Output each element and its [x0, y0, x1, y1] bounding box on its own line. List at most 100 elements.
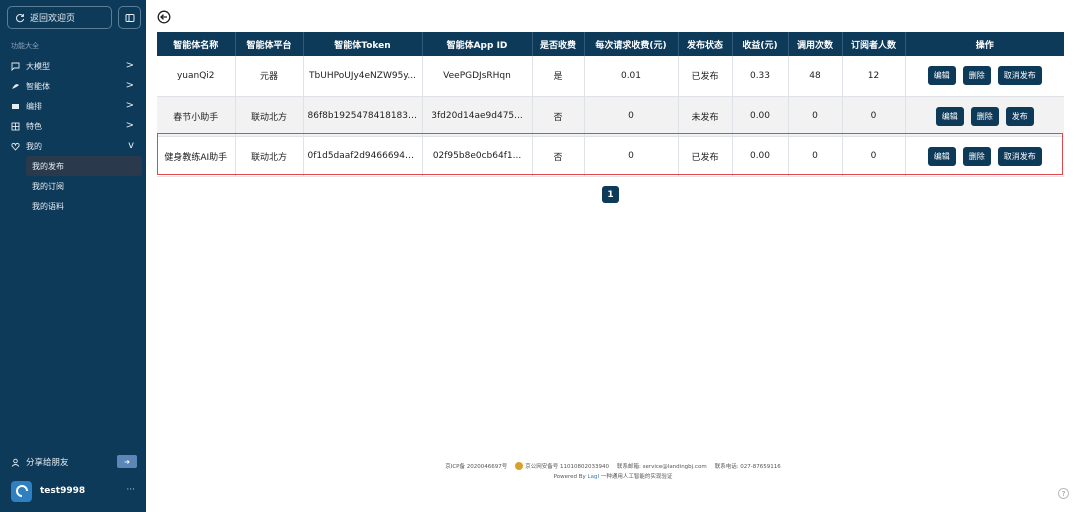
share-label: 分享给朋友 — [26, 458, 69, 468]
unpublish-button[interactable]: 取消发布 — [997, 66, 1042, 86]
sidebar-nav: 大模型 > 智能体 > 编排 > 特色 > 我的 v 我的发布 我的订阅 我的语… — [0, 56, 146, 216]
pagination-page-button[interactable]: 1 — [602, 186, 619, 203]
paid-cell: 否 — [532, 96, 585, 137]
column-header: 智能体Token — [303, 32, 423, 56]
revenue-cell: 0.33 — [732, 56, 789, 97]
token-cell: TbUHPoUJy4eNZW95y... — [303, 56, 423, 97]
grid-icon — [10, 121, 20, 131]
footer-line-1: 京ICP备 2020046697号 京公网安备号 11010802033940 … — [146, 462, 1080, 470]
calls-cell: 0 — [788, 136, 843, 177]
actions-cell: 编辑 删除 发布 — [905, 96, 1064, 137]
column-header: 操作 — [975, 40, 994, 51]
column-header: 智能体平台 — [235, 32, 304, 56]
table-row: 春节小助手 联动北方 86f8b1925478418183b... 3fd20d… — [157, 96, 1064, 137]
platform-cell: 联动北方 — [235, 96, 304, 137]
user-profile[interactable]: test9998 ··· — [11, 480, 139, 502]
status-cell: 已发布 — [678, 136, 733, 177]
icp-text: 京ICP备 2020046697号 — [445, 464, 508, 470]
revenue-cell: 0.00 — [732, 136, 789, 177]
column-header: 智能体名称 — [157, 32, 236, 56]
actions-cell: 编辑 删除 取消发布 — [905, 136, 1064, 177]
police-badge-icon — [515, 462, 524, 470]
sidebar-item-label: 大模型 — [26, 61, 50, 71]
back-to-welcome-button[interactable]: 返回欢迎页 — [7, 6, 112, 29]
sidebar-item-llm[interactable]: 大模型 > — [0, 56, 146, 76]
delete-button[interactable]: 删除 — [970, 106, 999, 126]
delete-button[interactable]: 删除 — [962, 66, 991, 86]
sidebar-item-mine[interactable]: 我的 v — [0, 136, 146, 156]
paid-cell: 是 — [532, 56, 585, 97]
edit-button[interactable]: 编辑 — [935, 106, 964, 126]
police-text: 京公网安备号 11010802033940 — [525, 464, 609, 470]
sidebar-toggle-icon — [125, 13, 134, 22]
publish-button[interactable]: 发布 — [1005, 106, 1034, 126]
delete-button[interactable]: 删除 — [962, 146, 991, 166]
chevron-right-icon: > — [125, 120, 134, 131]
more-options-icon[interactable]: ··· — [126, 485, 135, 495]
column-header: 发布状态 — [678, 32, 733, 56]
table-row: 健身教练AI助手 联动北方 0f1d5daaf2d94666948... 02f… — [157, 136, 1064, 177]
fee-cell: 0 — [584, 96, 679, 137]
app-id-cell: VeePGDJsRHqn — [422, 56, 533, 97]
app-id-cell: 02f95b8e0cb64f1... — [422, 136, 533, 177]
sidebar-item-label: 我的 — [26, 141, 42, 151]
revenue-cell: 0.00 — [732, 96, 789, 137]
chevron-right-icon: > — [125, 60, 134, 71]
agent-name-cell: 健身教练AI助手 — [157, 136, 236, 177]
column-header: 每次请求收费(元) — [584, 32, 679, 56]
sidebar-subitem-label: 我的语料 — [32, 201, 64, 211]
share-to-friends[interactable]: 分享给朋友 ➜ — [11, 455, 139, 469]
chat-icon — [10, 61, 20, 71]
status-cell: 未发布 — [678, 96, 733, 137]
sidebar-subitem-my-published[interactable]: 我的发布 — [26, 156, 142, 176]
powered-suffix: 一种通用人工智能的实现验证 — [600, 474, 673, 480]
status-cell: 已发布 — [678, 56, 733, 97]
share-arrow-icon[interactable]: ➜ — [117, 455, 137, 468]
token-cell: 86f8b1925478418183b... — [303, 96, 423, 137]
unpublish-button[interactable]: 取消发布 — [997, 146, 1042, 166]
sidebar-item-features[interactable]: 特色 > — [0, 116, 146, 136]
edit-button[interactable]: 编辑 — [927, 66, 956, 86]
back-arrow-icon[interactable] — [157, 10, 171, 24]
sidebar-subitem-my-corpus[interactable]: 我的语料 — [26, 196, 142, 216]
back-to-welcome-label: 返回欢迎页 — [30, 14, 76, 24]
platform-cell: 联动北方 — [235, 136, 304, 177]
column-header: 收益(元) — [732, 32, 789, 56]
agents-table: 智能体名称 智能体平台 智能体Token 智能体App ID 是否收费 每次请求… — [157, 32, 1064, 177]
sidebar-subitem-my-subscriptions[interactable]: 我的订阅 — [26, 176, 142, 196]
chevron-right-icon: > — [125, 80, 134, 91]
collapse-sidebar-button[interactable] — [118, 6, 141, 29]
sidebar: 返回欢迎页 功能大全 大模型 > 智能体 > 编排 > 特色 > 我的 v 我的… — [0, 0, 146, 512]
subscribers-cell: 0 — [842, 136, 906, 177]
agent-name-cell: 春节小助手 — [157, 96, 236, 137]
edit-button[interactable]: 编辑 — [927, 146, 956, 166]
actions-cell: 编辑 删除 取消发布 — [905, 56, 1064, 97]
username: test9998 — [40, 486, 86, 496]
contact-phone: 联系电话: 027-87659116 — [714, 464, 781, 470]
column-header: 订阅者人数 — [842, 32, 906, 56]
sidebar-item-label: 智能体 — [26, 81, 50, 91]
powered-prefix: Powered By — [553, 474, 586, 480]
contact-email: 联系邮箱: service@landingbj.com — [616, 464, 707, 470]
calls-cell: 0 — [788, 96, 843, 137]
chevron-down-icon: v — [128, 140, 134, 151]
platform-cell: 元器 — [235, 56, 304, 97]
avatar — [11, 480, 32, 502]
subscribers-cell: 0 — [842, 96, 906, 137]
help-icon[interactable]: ? — [1058, 488, 1069, 499]
sidebar-subitem-label: 我的订阅 — [32, 181, 64, 191]
paid-cell: 否 — [532, 136, 585, 177]
sidebar-item-agents[interactable]: 智能体 > — [0, 76, 146, 96]
logo-icon — [15, 485, 28, 497]
subscribers-cell: 12 — [842, 56, 906, 97]
sidebar-subitem-label: 我的发布 — [32, 161, 64, 171]
sidebar-item-orchestration[interactable]: 编排 > — [0, 96, 146, 116]
fee-cell: 0 — [584, 136, 679, 177]
sidebar-item-label: 编排 — [26, 101, 42, 111]
layout-icon — [10, 101, 20, 111]
powered-link[interactable]: LagI — [588, 474, 600, 480]
footer-line-2: Powered By LagI 一种通用人工智能的实现验证 — [146, 472, 1080, 480]
token-cell: 0f1d5daaf2d94666948... — [303, 136, 423, 177]
table-row: yuanQi2 元器 TbUHPoUJy4eNZW95y... VeePGDJs… — [157, 56, 1064, 97]
user-icon — [11, 458, 20, 467]
